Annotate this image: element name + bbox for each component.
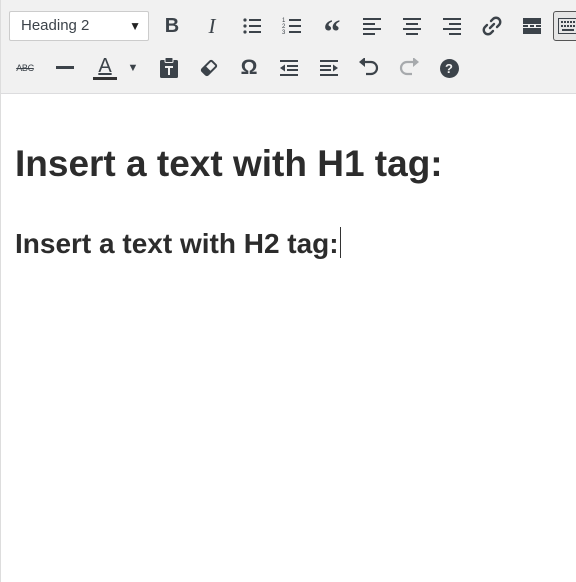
special-character-icon: Ω	[240, 56, 258, 79]
strikethrough-button[interactable]: ABC	[10, 53, 40, 83]
special-character-button[interactable]: Ω	[234, 53, 264, 83]
align-left-icon	[363, 18, 381, 35]
align-right-button[interactable]	[437, 11, 467, 41]
horizontal-line-icon	[56, 66, 74, 69]
indent-icon	[320, 60, 338, 76]
align-left-button[interactable]	[357, 11, 387, 41]
heading-1[interactable]: Insert a text with H1 tag:	[15, 143, 443, 185]
read-more-icon	[523, 18, 541, 34]
horizontal-line-button[interactable]	[50, 53, 80, 83]
redo-button[interactable]	[394, 53, 424, 83]
text-color-dropdown[interactable]: ▼	[121, 53, 145, 83]
italic-icon: I	[208, 13, 216, 38]
blockquote-icon: “	[323, 14, 341, 51]
text-color-swatch	[93, 77, 117, 80]
format-select-value: Heading 2	[21, 17, 90, 34]
editor-toolbar: Heading 2 ▼ B I 1 2 3 “ ABC A ▼ Ω ?	[1, 0, 576, 94]
blockquote-button[interactable]: “	[317, 11, 347, 50]
bold-icon: B	[164, 14, 180, 37]
toolbar-toggle-icon	[558, 18, 576, 34]
paste-as-text-button[interactable]	[154, 53, 184, 83]
text-cursor	[339, 227, 341, 258]
help-button[interactable]: ?	[434, 53, 464, 83]
undo-icon	[359, 58, 379, 76]
numbered-list-button[interactable]: 1 2 3	[277, 11, 307, 41]
numbered-list-icon: 1 2 3	[282, 18, 301, 36]
text-color-dropdown-icon: ▼	[127, 62, 139, 74]
align-center-icon	[403, 18, 421, 35]
heading-2-text: Insert a text with H2 tag:	[15, 228, 339, 259]
indent-button[interactable]	[314, 53, 344, 83]
text-color-glyph: A	[98, 55, 112, 77]
link-icon	[482, 16, 502, 36]
svg-text:3: 3	[282, 30, 286, 36]
link-button[interactable]	[477, 11, 507, 41]
toolbar-toggle-button[interactable]	[553, 11, 576, 41]
align-center-button[interactable]	[397, 11, 427, 41]
help-icon: ?	[439, 58, 459, 78]
undo-button[interactable]	[354, 53, 384, 83]
chevron-down-icon: ▼	[129, 19, 141, 33]
paste-as-text-icon	[160, 57, 178, 78]
help-glyph: ?	[445, 60, 453, 76]
editor: Heading 2 ▼ B I 1 2 3 “ ABC A ▼ Ω ? Inse…	[0, 0, 576, 582]
bold-button[interactable]: B	[157, 11, 187, 41]
text-color-button[interactable]: A	[90, 53, 120, 83]
format-select[interactable]: Heading 2 ▼	[9, 11, 149, 41]
bullet-list-icon	[243, 18, 261, 34]
clear-formatting-button[interactable]	[194, 53, 224, 83]
clear-formatting-icon	[200, 59, 218, 77]
bullet-list-button[interactable]	[237, 11, 267, 41]
outdent-button[interactable]	[274, 53, 304, 83]
strikethrough-icon: ABC	[16, 63, 34, 73]
italic-button[interactable]: I	[197, 11, 227, 41]
outdent-icon	[280, 60, 298, 76]
align-right-icon	[443, 18, 461, 35]
heading-2[interactable]: Insert a text with H2 tag:	[15, 227, 341, 260]
redo-icon	[399, 58, 419, 76]
read-more-button[interactable]	[517, 11, 547, 41]
text-color-icon: A	[93, 56, 117, 80]
